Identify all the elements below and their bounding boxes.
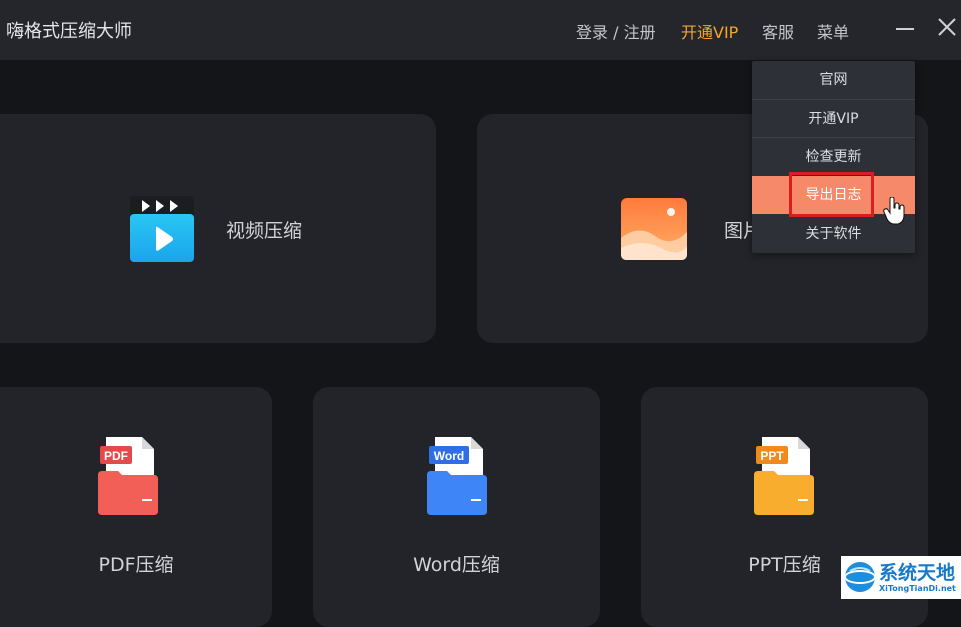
watermark-subtitle: XiTongTianDi.net <box>879 584 956 593</box>
app-title: 嗨格式压缩大师 <box>6 21 132 42</box>
hand-cursor-icon <box>883 197 905 225</box>
close-icon[interactable] <box>937 17 957 37</box>
customer-service-link[interactable]: 客服 <box>762 19 794 43</box>
highlight-annotation-box <box>789 172 874 217</box>
login-register-link[interactable]: 登录 / 注册 <box>576 19 656 43</box>
minimize-icon[interactable] <box>896 28 914 30</box>
globe-logo-icon <box>844 562 876 592</box>
word-compress-card[interactable]: Word Word压缩 <box>313 387 600 627</box>
pdf-compress-label: PDF压缩 <box>98 554 174 576</box>
pdf-compress-card[interactable]: PDF PDF压缩 <box>0 387 272 627</box>
title-bar: 嗨格式压缩大师 登录 / 注册 开通VIP 客服 菜单 <box>0 0 961 60</box>
ppt-file-icon: PPT <box>754 437 814 515</box>
pdf-badge-label: PDF <box>104 449 128 463</box>
word-file-icon: Word <box>427 437 487 515</box>
menu-item-official-site[interactable]: 官网 <box>752 61 915 99</box>
watermark-logo: 系统天地 XiTongTianDi.net <box>841 556 961 599</box>
word-badge-label: Word <box>434 449 464 463</box>
video-compress-card[interactable]: 视频压缩 <box>0 114 436 343</box>
vip-link[interactable]: 开通VIP <box>681 19 738 43</box>
ppt-badge-label: PPT <box>760 449 784 463</box>
video-clapper-icon <box>130 196 194 262</box>
pdf-file-icon: PDF <box>98 437 158 515</box>
menu-item-check-update[interactable]: 检查更新 <box>752 138 915 176</box>
menu-item-open-vip[interactable]: 开通VIP <box>752 100 915 138</box>
menu-button[interactable]: 菜单 <box>817 19 849 43</box>
image-landscape-icon <box>621 198 687 260</box>
watermark-title: 系统天地 <box>879 562 956 584</box>
video-compress-label: 视频压缩 <box>226 220 303 242</box>
word-compress-label: Word压缩 <box>413 554 500 576</box>
